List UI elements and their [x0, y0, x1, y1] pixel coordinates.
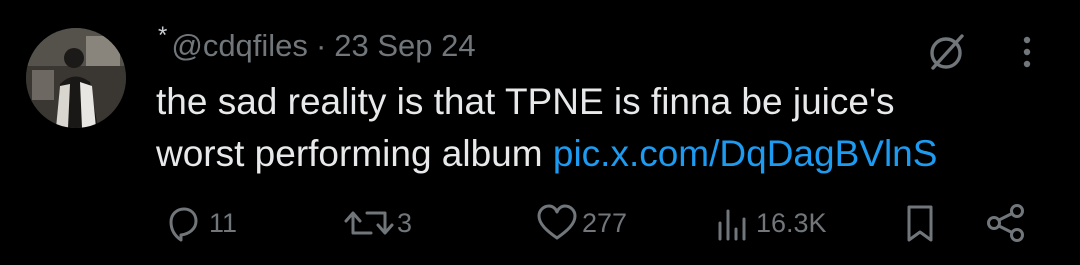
bookmark-button[interactable]	[902, 200, 938, 246]
repost-icon	[344, 211, 394, 235]
media-link[interactable]: pic.x.com/DqDagBVlnS	[553, 133, 938, 174]
share-button[interactable]	[984, 200, 1028, 246]
separator-dot: ·	[315, 28, 327, 63]
heart-icon	[537, 204, 577, 240]
share-icon	[987, 204, 1024, 242]
reply-button[interactable]: 11	[163, 200, 237, 246]
tweet-card[interactable]: * @cdqfiles · 23 Sep 24 the sad reality …	[0, 0, 1080, 265]
views-count: 16.3K	[756, 207, 827, 238]
like-count: 277	[582, 207, 628, 238]
repost-count: 3	[397, 207, 413, 238]
tweet-text-line-1: the sad reality is that TPNE is finna be…	[156, 81, 895, 122]
repost-button[interactable]: 3	[343, 200, 412, 246]
action-bar: 11 3 277 16.3K	[0, 200, 1080, 246]
views-button[interactable]: 16.3K	[714, 200, 827, 246]
reply-count: 11	[209, 207, 238, 238]
bookmark-icon	[907, 205, 933, 242]
tweet-text-line-2: worst performing album pic.x.com/DqDagBV…	[156, 128, 1056, 180]
post-date[interactable]: 23 Sep 24	[334, 28, 475, 64]
display-name[interactable]: *	[158, 22, 167, 50]
like-button[interactable]: 277	[534, 200, 627, 246]
tweet-text-line-2-prefix: worst performing album	[156, 133, 553, 174]
reply-icon	[169, 207, 198, 242]
grok-icon[interactable]	[925, 30, 969, 74]
tweet-text: the sad reality is that TPNE is finna be…	[156, 76, 1056, 180]
views-icon	[718, 209, 746, 241]
avatar[interactable]	[26, 28, 126, 128]
user-handle[interactable]: @cdqfiles	[171, 28, 308, 64]
more-options-icon[interactable]	[1012, 32, 1042, 72]
tweet-header: * @cdqfiles · 23 Sep 24	[158, 22, 476, 68]
avatar-image	[26, 28, 126, 128]
